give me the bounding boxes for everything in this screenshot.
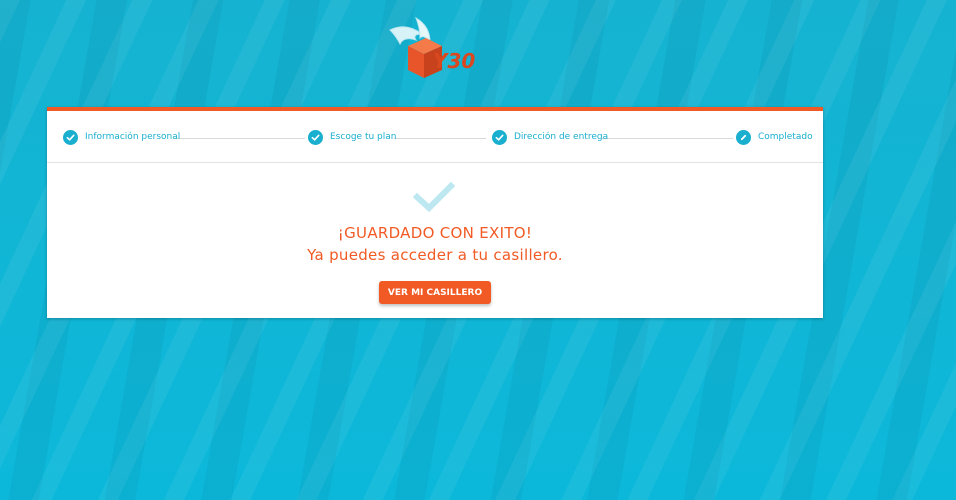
- check-icon: [308, 129, 323, 145]
- progress-steps: Información personal Escoge tu plan Dire…: [47, 111, 823, 163]
- success-title: ¡GUARDADO CON EXITO!: [337, 224, 533, 242]
- step-completed[interactable]: Completado: [736, 128, 813, 146]
- step-personal-info[interactable]: Información personal: [63, 128, 180, 146]
- step-label: Información personal: [85, 132, 181, 142]
- success-message: Ya puedes acceder a tu casillero.: [307, 246, 563, 264]
- svg-text:Y30: Y30: [433, 49, 475, 73]
- step-label: Dirección de entrega: [514, 132, 609, 142]
- registration-card: Información personal Escoge tu plan Dire…: [47, 107, 823, 318]
- pencil-icon: [736, 129, 751, 145]
- step-label: Escoge tu plan: [330, 132, 397, 142]
- check-icon: [413, 181, 455, 213]
- step-choose-plan[interactable]: Escoge tu plan: [308, 128, 396, 146]
- view-locker-button[interactable]: VER MI CASILLERO: [379, 281, 491, 304]
- step-connector: [174, 138, 305, 139]
- step-connector: [394, 138, 486, 139]
- step-delivery-address[interactable]: Dirección de entrega: [492, 128, 608, 146]
- check-icon: [63, 129, 78, 145]
- step-label: Completado: [758, 132, 813, 142]
- step-connector: [602, 138, 733, 139]
- check-icon: [492, 129, 507, 145]
- brand-logo[interactable]: Y30: [386, 16, 486, 82]
- winged-box-logo-icon: Y30: [389, 16, 475, 78]
